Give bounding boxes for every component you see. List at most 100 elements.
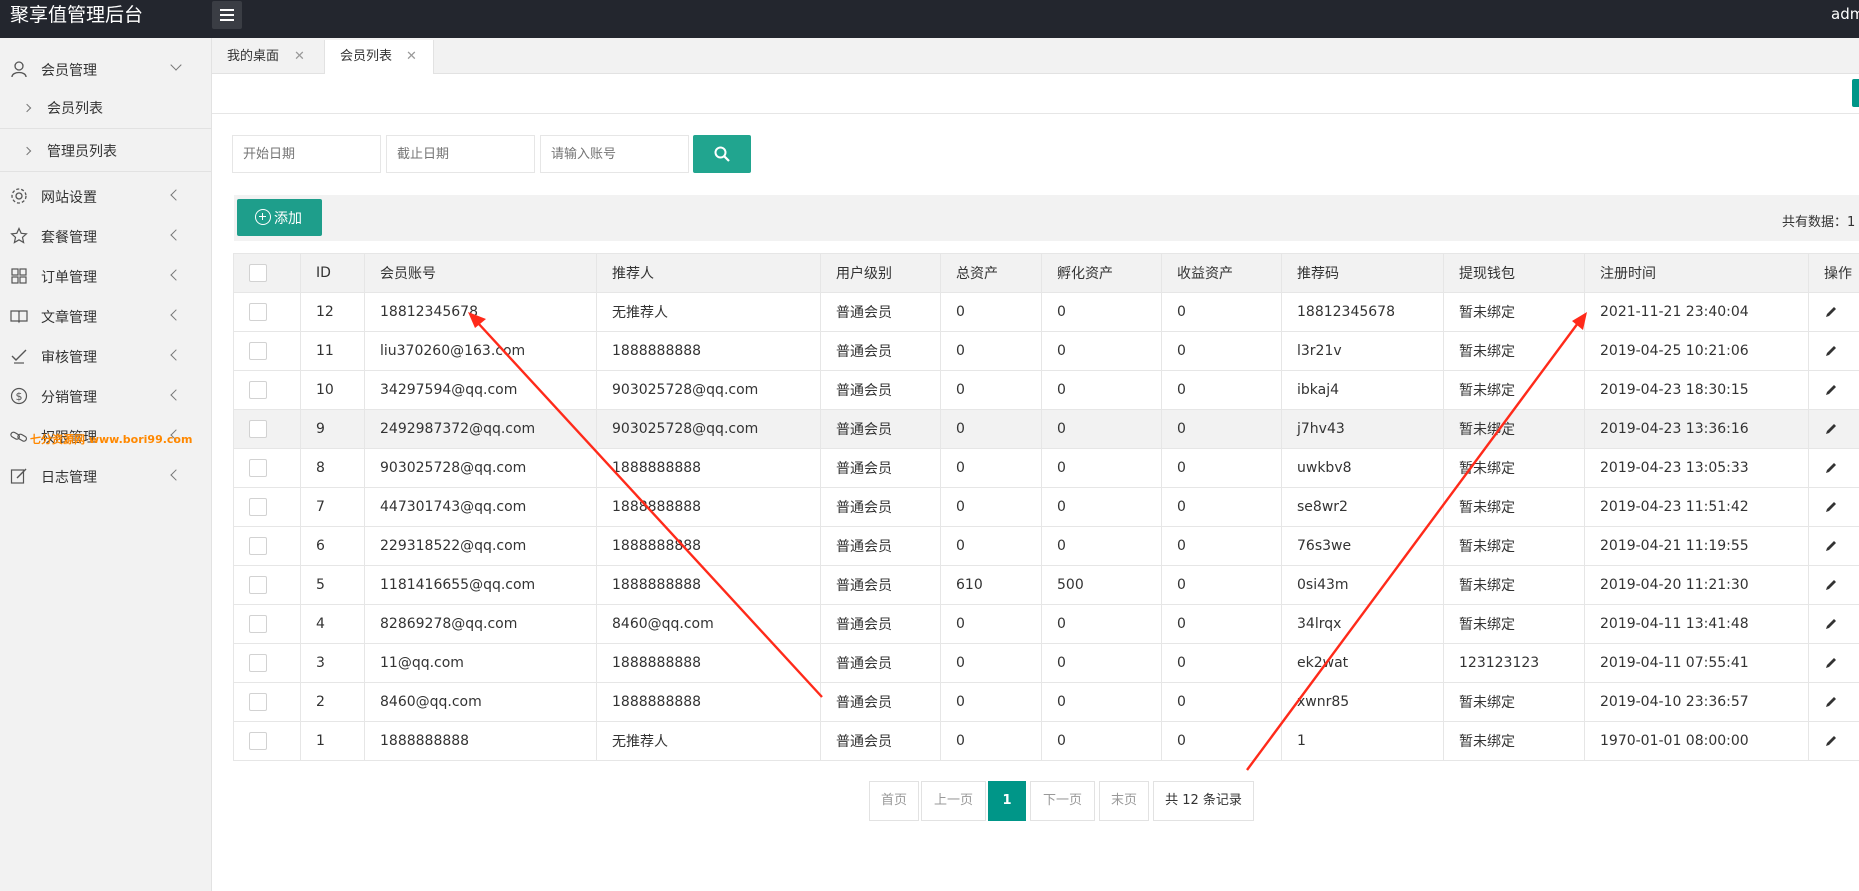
row-checkbox[interactable] [249, 615, 267, 633]
tab-bar: 我的桌面 ✕ 会员列表 ✕ [212, 38, 1859, 74]
sidebar-subitem-label: 管理员列表 [47, 144, 117, 160]
sidebar-item-distribution[interactable]: $ 分销管理 [0, 376, 211, 416]
sidebar-item-review[interactable]: 审核管理 [0, 336, 211, 376]
table-cell: 0 [940, 331, 1042, 371]
table-cell: 0 [940, 682, 1042, 722]
account-search-input[interactable] [540, 135, 689, 173]
app-title: 聚享值管理后台 [10, 4, 144, 26]
table-cell: 4 [300, 604, 365, 644]
row-checkbox[interactable] [249, 342, 267, 360]
edit-doc-icon [10, 468, 27, 484]
row-checkbox[interactable] [249, 654, 267, 672]
pager-prev[interactable]: 上一页 [921, 781, 986, 821]
table-cell: 2019-04-25 10:21:06 [1584, 331, 1809, 371]
edit-pencil-icon[interactable] [1824, 656, 1838, 670]
table-cell: 0 [1041, 409, 1162, 449]
row-checkbox[interactable] [249, 498, 267, 516]
edit-pencil-icon[interactable] [1824, 734, 1838, 748]
row-select-cell [233, 487, 301, 527]
table-cell: 0 [1161, 565, 1282, 605]
sidebar-item-articles[interactable]: 文章管理 [0, 296, 211, 336]
watermark: 七分资源网 www.bori99.com [30, 433, 193, 446]
sidebar-subitem-admin-list[interactable]: 管理员列表 [0, 129, 211, 172]
table-cell: liu370260@163.com [364, 331, 597, 371]
table-cell: 34297594@qq.com [364, 370, 597, 410]
pager-current[interactable]: 1 [988, 781, 1026, 821]
row-actions-cell [1808, 331, 1859, 371]
table-cell: 暂未绑定 [1443, 604, 1585, 644]
pager-last[interactable]: 末页 [1099, 781, 1149, 821]
row-checkbox[interactable] [249, 459, 267, 477]
sidebar-item-packages[interactable]: 套餐管理 [0, 216, 211, 256]
sidebar-subitem-member-list[interactable]: 会员列表 [0, 86, 211, 129]
table-cell: 8 [300, 448, 365, 488]
table-row: 6 229318522@qq.com 1888888888 普通会员 0 0 0 76s3we… [233, 526, 1859, 566]
row-checkbox[interactable] [249, 303, 267, 321]
pager-next[interactable]: 下一页 [1030, 781, 1095, 821]
edit-pencil-icon[interactable] [1824, 500, 1838, 514]
table-cell: 903025728@qq.com [596, 409, 821, 449]
table-cell: 0 [1161, 331, 1282, 371]
sidebar-item-label: 日志管理 [41, 470, 97, 486]
close-icon[interactable]: ✕ [406, 40, 417, 74]
edit-pencil-icon[interactable] [1824, 461, 1838, 475]
table-cell: 暂未绑定 [1443, 721, 1585, 761]
row-actions-cell [1808, 448, 1859, 488]
edit-pencil-icon[interactable] [1824, 344, 1838, 358]
table-cell: 0 [1041, 682, 1162, 722]
table-cell: 6 [300, 526, 365, 566]
row-checkbox[interactable] [249, 732, 267, 750]
table-cell: 12 [300, 292, 365, 332]
tab-member-list[interactable]: 会员列表 ✕ [324, 40, 434, 74]
edit-pencil-icon[interactable] [1824, 422, 1838, 436]
row-checkbox[interactable] [249, 381, 267, 399]
end-date-input[interactable] [386, 135, 535, 173]
search-button[interactable] [693, 135, 751, 173]
row-actions-cell [1808, 370, 1859, 410]
table-cell: 0 [1041, 370, 1162, 410]
tab-desktop[interactable]: 我的桌面 ✕ [212, 40, 324, 74]
sidebar-item-logs[interactable]: 日志管理 [0, 456, 211, 496]
table-cell: 无推荐人 [596, 292, 821, 332]
table-cell: 0 [1161, 487, 1282, 527]
row-checkbox[interactable] [249, 537, 267, 555]
sidebar-item-site-settings[interactable]: 网站设置 [0, 176, 211, 216]
row-checkbox[interactable] [249, 420, 267, 438]
table-cell: j7hv43 [1281, 409, 1444, 449]
table-cell: 0 [940, 526, 1042, 566]
table-cell: 11 [300, 331, 365, 371]
plus-circle-icon [255, 209, 271, 225]
select-all-checkbox[interactable] [249, 264, 267, 282]
total-count: 共有数据：1 [1782, 215, 1856, 230]
edit-pencil-icon[interactable] [1824, 305, 1838, 319]
edit-pencil-icon[interactable] [1824, 617, 1838, 631]
row-checkbox[interactable] [249, 693, 267, 711]
user-menu[interactable]: adm [1831, 5, 1859, 23]
table-cell: 1970-01-01 08:00:00 [1584, 721, 1809, 761]
gear-icon [11, 188, 27, 204]
table-cell: 2492987372@qq.com [364, 409, 597, 449]
edit-pencil-icon[interactable] [1824, 539, 1838, 553]
select-all-cell [233, 253, 301, 293]
edit-pencil-icon[interactable] [1824, 695, 1838, 709]
table-cell: ek2wat [1281, 643, 1444, 683]
chevron-left-icon [170, 229, 182, 241]
menu-toggle-button[interactable] [212, 1, 242, 29]
grid-icon [11, 268, 27, 284]
row-checkbox[interactable] [249, 576, 267, 594]
add-button[interactable]: 添加 [237, 199, 322, 236]
edit-pencil-icon[interactable] [1824, 383, 1838, 397]
table-cell: 500 [1041, 565, 1162, 605]
check-hand-icon [11, 349, 27, 364]
refresh-button[interactable] [1852, 79, 1859, 107]
sidebar-item-orders[interactable]: 订单管理 [0, 256, 211, 296]
close-icon[interactable]: ✕ [294, 40, 305, 74]
pager-first[interactable]: 首页 [869, 781, 919, 821]
table-cell: 无推荐人 [596, 721, 821, 761]
sidebar-item-members[interactable]: 会员管理 [0, 49, 211, 89]
svg-text:$: $ [16, 390, 23, 403]
column-header: 注册时间 [1584, 253, 1809, 293]
edit-pencil-icon[interactable] [1824, 578, 1838, 592]
start-date-input[interactable] [232, 135, 381, 173]
table-cell: 普通会员 [820, 409, 941, 449]
